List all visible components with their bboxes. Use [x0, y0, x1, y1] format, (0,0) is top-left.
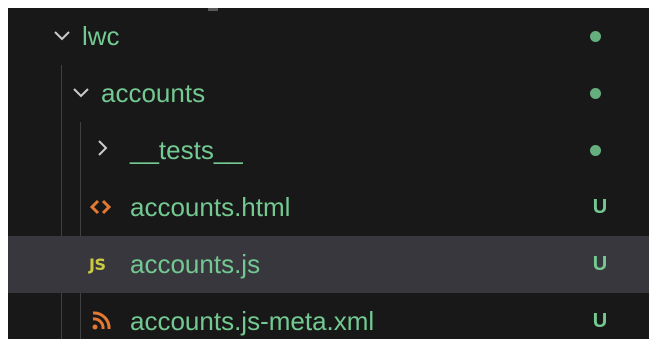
- modified-indicator-dot: [590, 31, 601, 42]
- tree-item-label: accounts.html: [130, 192, 291, 222]
- file-explorer-tree: lwc accounts __tests__ accounts.html U J…: [8, 8, 649, 339]
- tree-item-accounts-html[interactable]: accounts.html U: [8, 179, 649, 236]
- tree-item-accounts-js-meta-xml[interactable]: accounts.js-meta.xml U: [8, 293, 649, 339]
- tree-item-label: lwc: [82, 21, 120, 51]
- chevron-down-icon[interactable]: [52, 8, 76, 65]
- tree-item-label: accounts: [101, 78, 206, 108]
- js-icon: JS: [89, 255, 106, 274]
- html-icon: [89, 179, 113, 236]
- git-status-untracked: U: [592, 196, 608, 218]
- modified-indicator-dot: [590, 145, 601, 156]
- tree-item-accounts[interactable]: accounts: [8, 65, 649, 122]
- git-status-untracked: U: [592, 253, 608, 275]
- chevron-down-icon[interactable]: [71, 65, 95, 122]
- tree-item-label: accounts.js-meta.xml: [130, 306, 375, 336]
- modified-indicator-dot: [590, 88, 601, 99]
- tree-item-label: __tests__: [130, 135, 243, 165]
- tree-item-tests[interactable]: __tests__: [8, 122, 649, 179]
- tree-item-accounts-js[interactable]: JS accounts.js U: [8, 236, 649, 293]
- chevron-right-icon[interactable]: [92, 122, 116, 179]
- tree-item-label: accounts.js: [130, 249, 261, 279]
- tree-item-lwc[interactable]: lwc: [8, 8, 649, 65]
- rss-icon: [89, 293, 113, 339]
- git-status-untracked: U: [592, 310, 608, 332]
